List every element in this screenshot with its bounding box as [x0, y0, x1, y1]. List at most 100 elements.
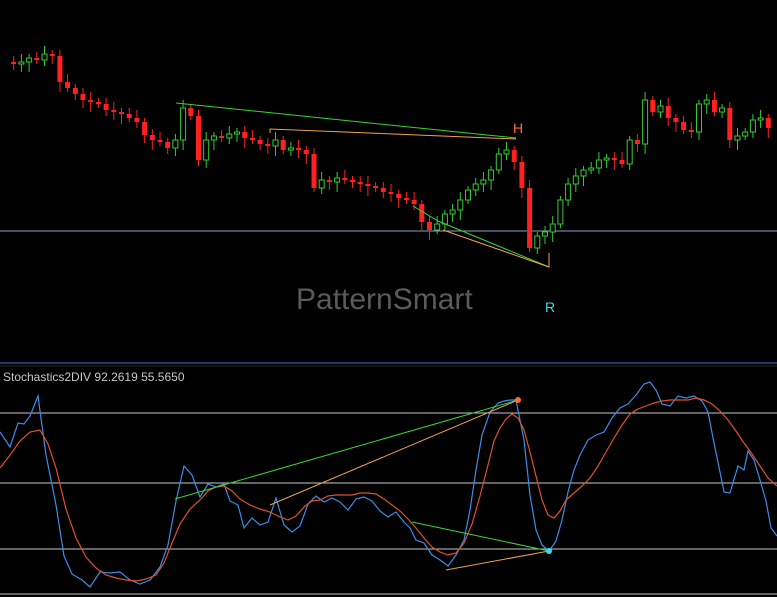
candle-body[interactable] — [480, 179, 487, 185]
candle-body[interactable] — [495, 153, 502, 171]
candle-body[interactable] — [210, 135, 217, 141]
candle-body[interactable] — [188, 108, 194, 116]
candle-body[interactable] — [650, 100, 656, 112]
candle-body[interactable] — [311, 154, 317, 188]
candle-body[interactable] — [196, 116, 201, 160]
candle-body[interactable] — [165, 142, 171, 148]
candle-body[interactable] — [588, 167, 595, 171]
candle-body[interactable] — [534, 235, 541, 249]
candle-body[interactable] — [727, 108, 733, 140]
candle-body[interactable] — [249, 138, 255, 140]
candle-body[interactable] — [142, 122, 148, 135]
candle-body[interactable] — [503, 149, 510, 155]
candle-body[interactable] — [749, 119, 756, 133]
candle-body[interactable] — [303, 150, 309, 154]
candle-body[interactable] — [342, 178, 348, 180]
candle-body[interactable] — [157, 140, 163, 142]
candle-body[interactable] — [49, 54, 55, 56]
candle-body[interactable] — [95, 102, 101, 104]
candle-body[interactable] — [26, 57, 33, 63]
candle-body[interactable] — [396, 194, 402, 198]
candle-body[interactable] — [18, 61, 25, 65]
candle-body[interactable] — [542, 231, 548, 237]
candle-body[interactable] — [88, 100, 94, 102]
trough-marker-dot[interactable] — [546, 548, 552, 554]
candle-body[interactable] — [134, 118, 140, 122]
candle-body[interactable] — [388, 192, 394, 194]
candle-body[interactable] — [103, 104, 109, 110]
candle-body[interactable] — [72, 88, 78, 94]
candle-body[interactable] — [373, 186, 379, 188]
candle-body[interactable] — [365, 184, 371, 186]
candle-body[interactable] — [657, 105, 664, 113]
candle-body[interactable] — [626, 139, 633, 165]
candle-body[interactable] — [149, 135, 155, 140]
candle-body[interactable] — [549, 223, 556, 233]
candle-body[interactable] — [11, 62, 17, 64]
candle-body[interactable] — [634, 140, 640, 144]
candle-body[interactable] — [557, 199, 564, 225]
candle-body[interactable] — [242, 132, 248, 138]
candle-body[interactable] — [419, 204, 425, 222]
candle-body[interactable] — [619, 160, 625, 164]
candle-body[interactable] — [126, 114, 132, 118]
candle-body[interactable] — [449, 209, 456, 215]
candle-body[interactable] — [511, 150, 517, 162]
candle-body[interactable] — [380, 188, 386, 192]
candle-body[interactable] — [642, 99, 649, 145]
candle-body[interactable] — [488, 169, 495, 181]
candle-body[interactable] — [57, 56, 63, 82]
candle-body[interactable] — [257, 140, 263, 144]
candle-body[interactable] — [80, 94, 86, 100]
candle-body[interactable] — [427, 222, 432, 230]
candle-body[interactable] — [272, 139, 279, 147]
candle-body[interactable] — [41, 53, 48, 61]
candle-body[interactable] — [203, 139, 210, 161]
candle-body[interactable] — [527, 188, 533, 248]
candle-body[interactable] — [719, 107, 726, 113]
candle-body[interactable] — [265, 144, 271, 146]
candle-body[interactable] — [180, 107, 187, 141]
candle-body[interactable] — [287, 147, 294, 151]
candle-body[interactable] — [711, 100, 717, 112]
candle-body[interactable] — [350, 180, 355, 182]
candle-body[interactable] — [742, 131, 749, 137]
candle-body[interactable] — [457, 199, 464, 211]
candle-body[interactable] — [111, 110, 117, 112]
candle-body[interactable] — [296, 148, 302, 150]
candle-body[interactable] — [603, 157, 610, 161]
candle-body[interactable] — [403, 198, 409, 200]
candle-body[interactable] — [280, 140, 286, 150]
candle-body[interactable] — [326, 180, 332, 182]
candle-body[interactable] — [172, 139, 179, 149]
candle-body[interactable] — [219, 136, 225, 138]
candle-body[interactable] — [696, 103, 702, 133]
candle-body[interactable] — [665, 106, 671, 118]
candle-body[interactable] — [688, 130, 694, 132]
candle-body[interactable] — [734, 135, 741, 141]
candle-body[interactable] — [580, 169, 587, 177]
candle-body[interactable] — [565, 183, 572, 201]
candle-body[interactable] — [472, 183, 479, 191]
candle-body[interactable] — [465, 189, 471, 201]
candle-body[interactable] — [757, 117, 764, 121]
candle-body[interactable] — [519, 162, 525, 188]
candle-body[interactable] — [234, 131, 240, 135]
candle-body[interactable] — [441, 213, 448, 225]
peak-marker-dot[interactable] — [515, 397, 521, 403]
candle-body[interactable] — [765, 118, 771, 128]
candle-body[interactable] — [334, 177, 341, 183]
candle-body[interactable] — [673, 118, 679, 122]
candle-body[interactable] — [318, 179, 325, 189]
candle-body[interactable] — [226, 133, 233, 139]
candle-body[interactable] — [611, 158, 617, 160]
candle-body[interactable] — [572, 175, 579, 185]
candle-body[interactable] — [681, 122, 687, 130]
candle-body[interactable] — [434, 223, 441, 231]
candle-body[interactable] — [703, 99, 710, 105]
candle-body[interactable] — [65, 82, 71, 88]
candle-body[interactable] — [119, 112, 124, 114]
candle-body[interactable] — [357, 182, 363, 184]
candle-body[interactable] — [411, 200, 417, 204]
candle-body[interactable] — [34, 58, 40, 60]
